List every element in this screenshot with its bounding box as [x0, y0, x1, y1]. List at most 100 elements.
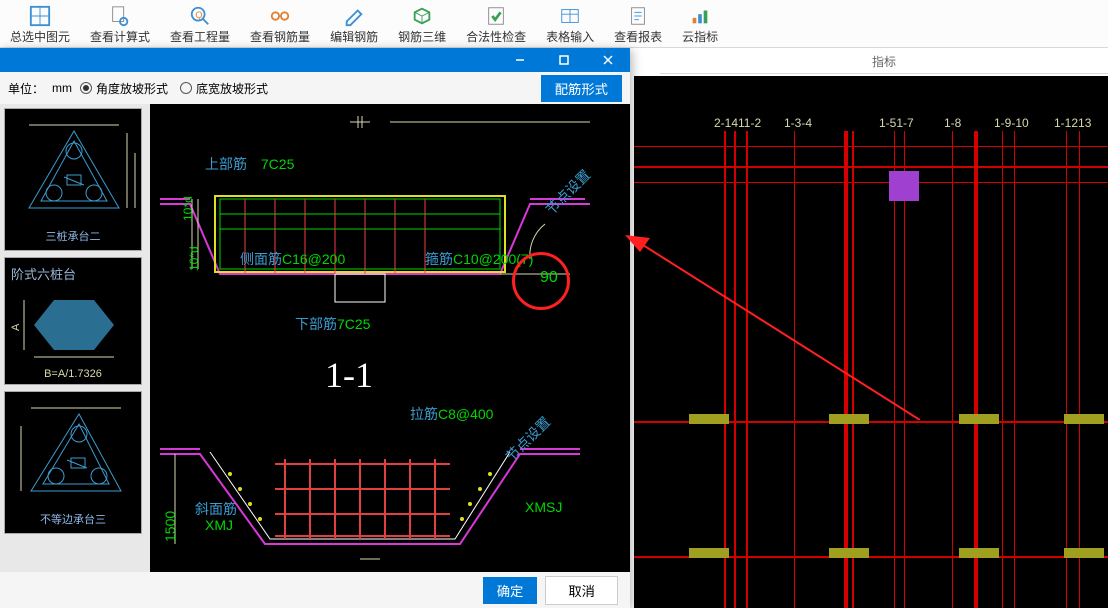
grid-line [1079, 131, 1080, 608]
label-text: 箍筋 [425, 251, 453, 267]
dialog-body: 三桩承台二 阶式六桩台 A B=A/1.7326 [0, 104, 630, 572]
axis-label: 1-9-10 [994, 116, 1029, 130]
tool-view-formula[interactable]: 查看计算式 [80, 2, 160, 47]
tool-validity-check[interactable]: 合法性检查 [456, 2, 536, 47]
dialog-title-bar [0, 48, 630, 72]
xmsj-value[interactable]: XMSJ [525, 499, 562, 515]
grid-line [724, 131, 726, 608]
report-icon [624, 4, 652, 28]
axis-label: 2-1411-2 [714, 116, 761, 130]
grid-line [734, 131, 736, 608]
pile-cap-block[interactable] [689, 414, 729, 424]
pile-cap-block[interactable] [829, 414, 869, 424]
label-text: 上部筋 [205, 156, 247, 172]
pile-cap-block[interactable] [829, 548, 869, 558]
top-rebar-annotation[interactable]: 上部筋 7C25 [205, 154, 294, 174]
close-button[interactable] [586, 48, 630, 72]
ribbon-group-label: 指标 [660, 50, 1108, 74]
grid-line [844, 131, 848, 608]
tie-annotation[interactable]: 拉筋C8@400 [410, 404, 493, 424]
tool-label: 查看工程量 [170, 28, 230, 45]
grid-line [1066, 131, 1067, 608]
magnify-q-icon: Q [186, 4, 214, 28]
axis-label: 1-1213 [1054, 116, 1091, 130]
tool-rebar-3d[interactable]: 钢筋三维 [388, 2, 456, 47]
grid-line [794, 131, 795, 608]
tool-label: 编辑钢筋 [330, 28, 378, 45]
radio-label: 角度放坡形式 [96, 80, 168, 97]
top-toolbar: 总选中图元 查看计算式 Q 查看工程量 查看钢筋量 编辑钢筋 钢筋三维 合法性检… [0, 0, 1108, 48]
edit-icon [340, 4, 368, 28]
tool-label: 总选中图元 [10, 28, 70, 45]
radio-width-slope[interactable]: 底宽放坡形式 [180, 80, 268, 97]
pile-cap-block[interactable] [959, 548, 999, 558]
grid-line [974, 131, 978, 608]
cube-icon [408, 4, 436, 28]
tool-label: 表格输入 [546, 28, 594, 45]
check-icon [482, 4, 510, 28]
tool-label: 云指标 [682, 28, 718, 45]
radio-label: 底宽放坡形式 [196, 80, 268, 97]
minimize-button[interactable] [498, 48, 542, 72]
side-rebar-annotation[interactable]: 侧面筋C16@200 [240, 249, 345, 269]
dim-1500: 1500 [162, 511, 178, 542]
tool-label: 钢筋三维 [398, 28, 446, 45]
grid-line [634, 182, 1108, 183]
bottom-rebar-annotation[interactable]: 下部筋7C25 [295, 314, 370, 334]
section-drawing-area[interactable]: 上部筋 7C25 侧面筋C16@200 箍筋C10@200(7) 下部筋7C25… [150, 104, 630, 572]
maximize-button[interactable] [542, 48, 586, 72]
tool-edit-rebar[interactable]: 编辑钢筋 [320, 2, 388, 47]
label-text: 拉筋 [410, 406, 438, 422]
dialog-footer: 确定 取消 [0, 572, 630, 608]
chart-icon [686, 4, 714, 28]
tool-label: 查看钢筋量 [250, 28, 310, 45]
model-viewport[interactable]: 2-1411-2 1-3-4 1-51-7 1-8 1-9-10 1-1213 [634, 76, 1108, 608]
template-thumb-unequal[interactable]: 不等边承台三 [4, 391, 142, 534]
svg-text:A: A [10, 323, 22, 331]
xmj-value[interactable]: XMJ [205, 517, 233, 533]
slope-rebar-label[interactable]: 斜面筋 [195, 499, 237, 519]
template-thumb-hexpile[interactable]: 阶式六桩台 A B=A/1.7326 [4, 257, 142, 385]
template-side-panel[interactable]: 三桩承台二 阶式六桩台 A B=A/1.7326 [0, 104, 150, 572]
tool-view-quantity[interactable]: Q 查看工程量 [160, 2, 240, 47]
grid-line [952, 131, 953, 608]
cancel-button[interactable]: 取消 [545, 576, 618, 605]
rebar-form-button[interactable]: 配筋形式 [541, 75, 622, 102]
label-text: 下部筋 [295, 316, 337, 332]
rebar-value: C16@200 [282, 251, 345, 267]
axis-label: 1-8 [944, 116, 961, 130]
grid-line [904, 131, 905, 608]
rebar-qty-icon [266, 4, 294, 28]
pile-cap-block[interactable] [689, 548, 729, 558]
tool-cloud-index[interactable]: 云指标 [672, 2, 728, 47]
thumb-formula: B=A/1.7326 [9, 368, 137, 380]
table-icon [556, 4, 584, 28]
tool-view-rebar-qty[interactable]: 查看钢筋量 [240, 2, 320, 47]
section-title: 1-1 [325, 354, 373, 396]
rebar-value: C8@400 [438, 406, 493, 422]
tool-label: 查看计算式 [90, 28, 150, 45]
rebar-config-dialog: 单位： mm 角度放坡形式 底宽放坡形式 配筋形式 [0, 48, 630, 608]
column-block[interactable] [889, 171, 919, 201]
dialog-header: 单位： mm 角度放坡形式 底宽放坡形式 配筋形式 [0, 72, 630, 104]
thumb-caption: 三桩承台二 [9, 226, 137, 246]
thumb-title: 阶式六桩台 [9, 262, 137, 285]
pile-cap-block[interactable] [1064, 414, 1104, 424]
radio-icon [80, 82, 92, 94]
radio-angle-slope[interactable]: 角度放坡形式 [80, 80, 168, 97]
svg-text:Q: Q [195, 10, 202, 20]
pile-cap-block[interactable] [959, 414, 999, 424]
dim-10d-lower: 10*d [187, 246, 201, 271]
thumb-caption: 不等边承台三 [9, 509, 137, 529]
tool-view-report[interactable]: 查看报表 [604, 2, 672, 47]
grid-line [634, 146, 1108, 147]
template-thumb-tripile[interactable]: 三桩承台二 [4, 108, 142, 251]
ok-button[interactable]: 确定 [483, 577, 538, 604]
tool-table-input[interactable]: 表格输入 [536, 2, 604, 47]
pile-cap-block[interactable] [1064, 548, 1104, 558]
rebar-value: 7C25 [337, 316, 370, 332]
tool-select-elements[interactable]: 总选中图元 [0, 2, 80, 47]
grid-line [1014, 131, 1015, 608]
annotation-circle [512, 252, 570, 310]
unit-value: mm [52, 81, 72, 95]
